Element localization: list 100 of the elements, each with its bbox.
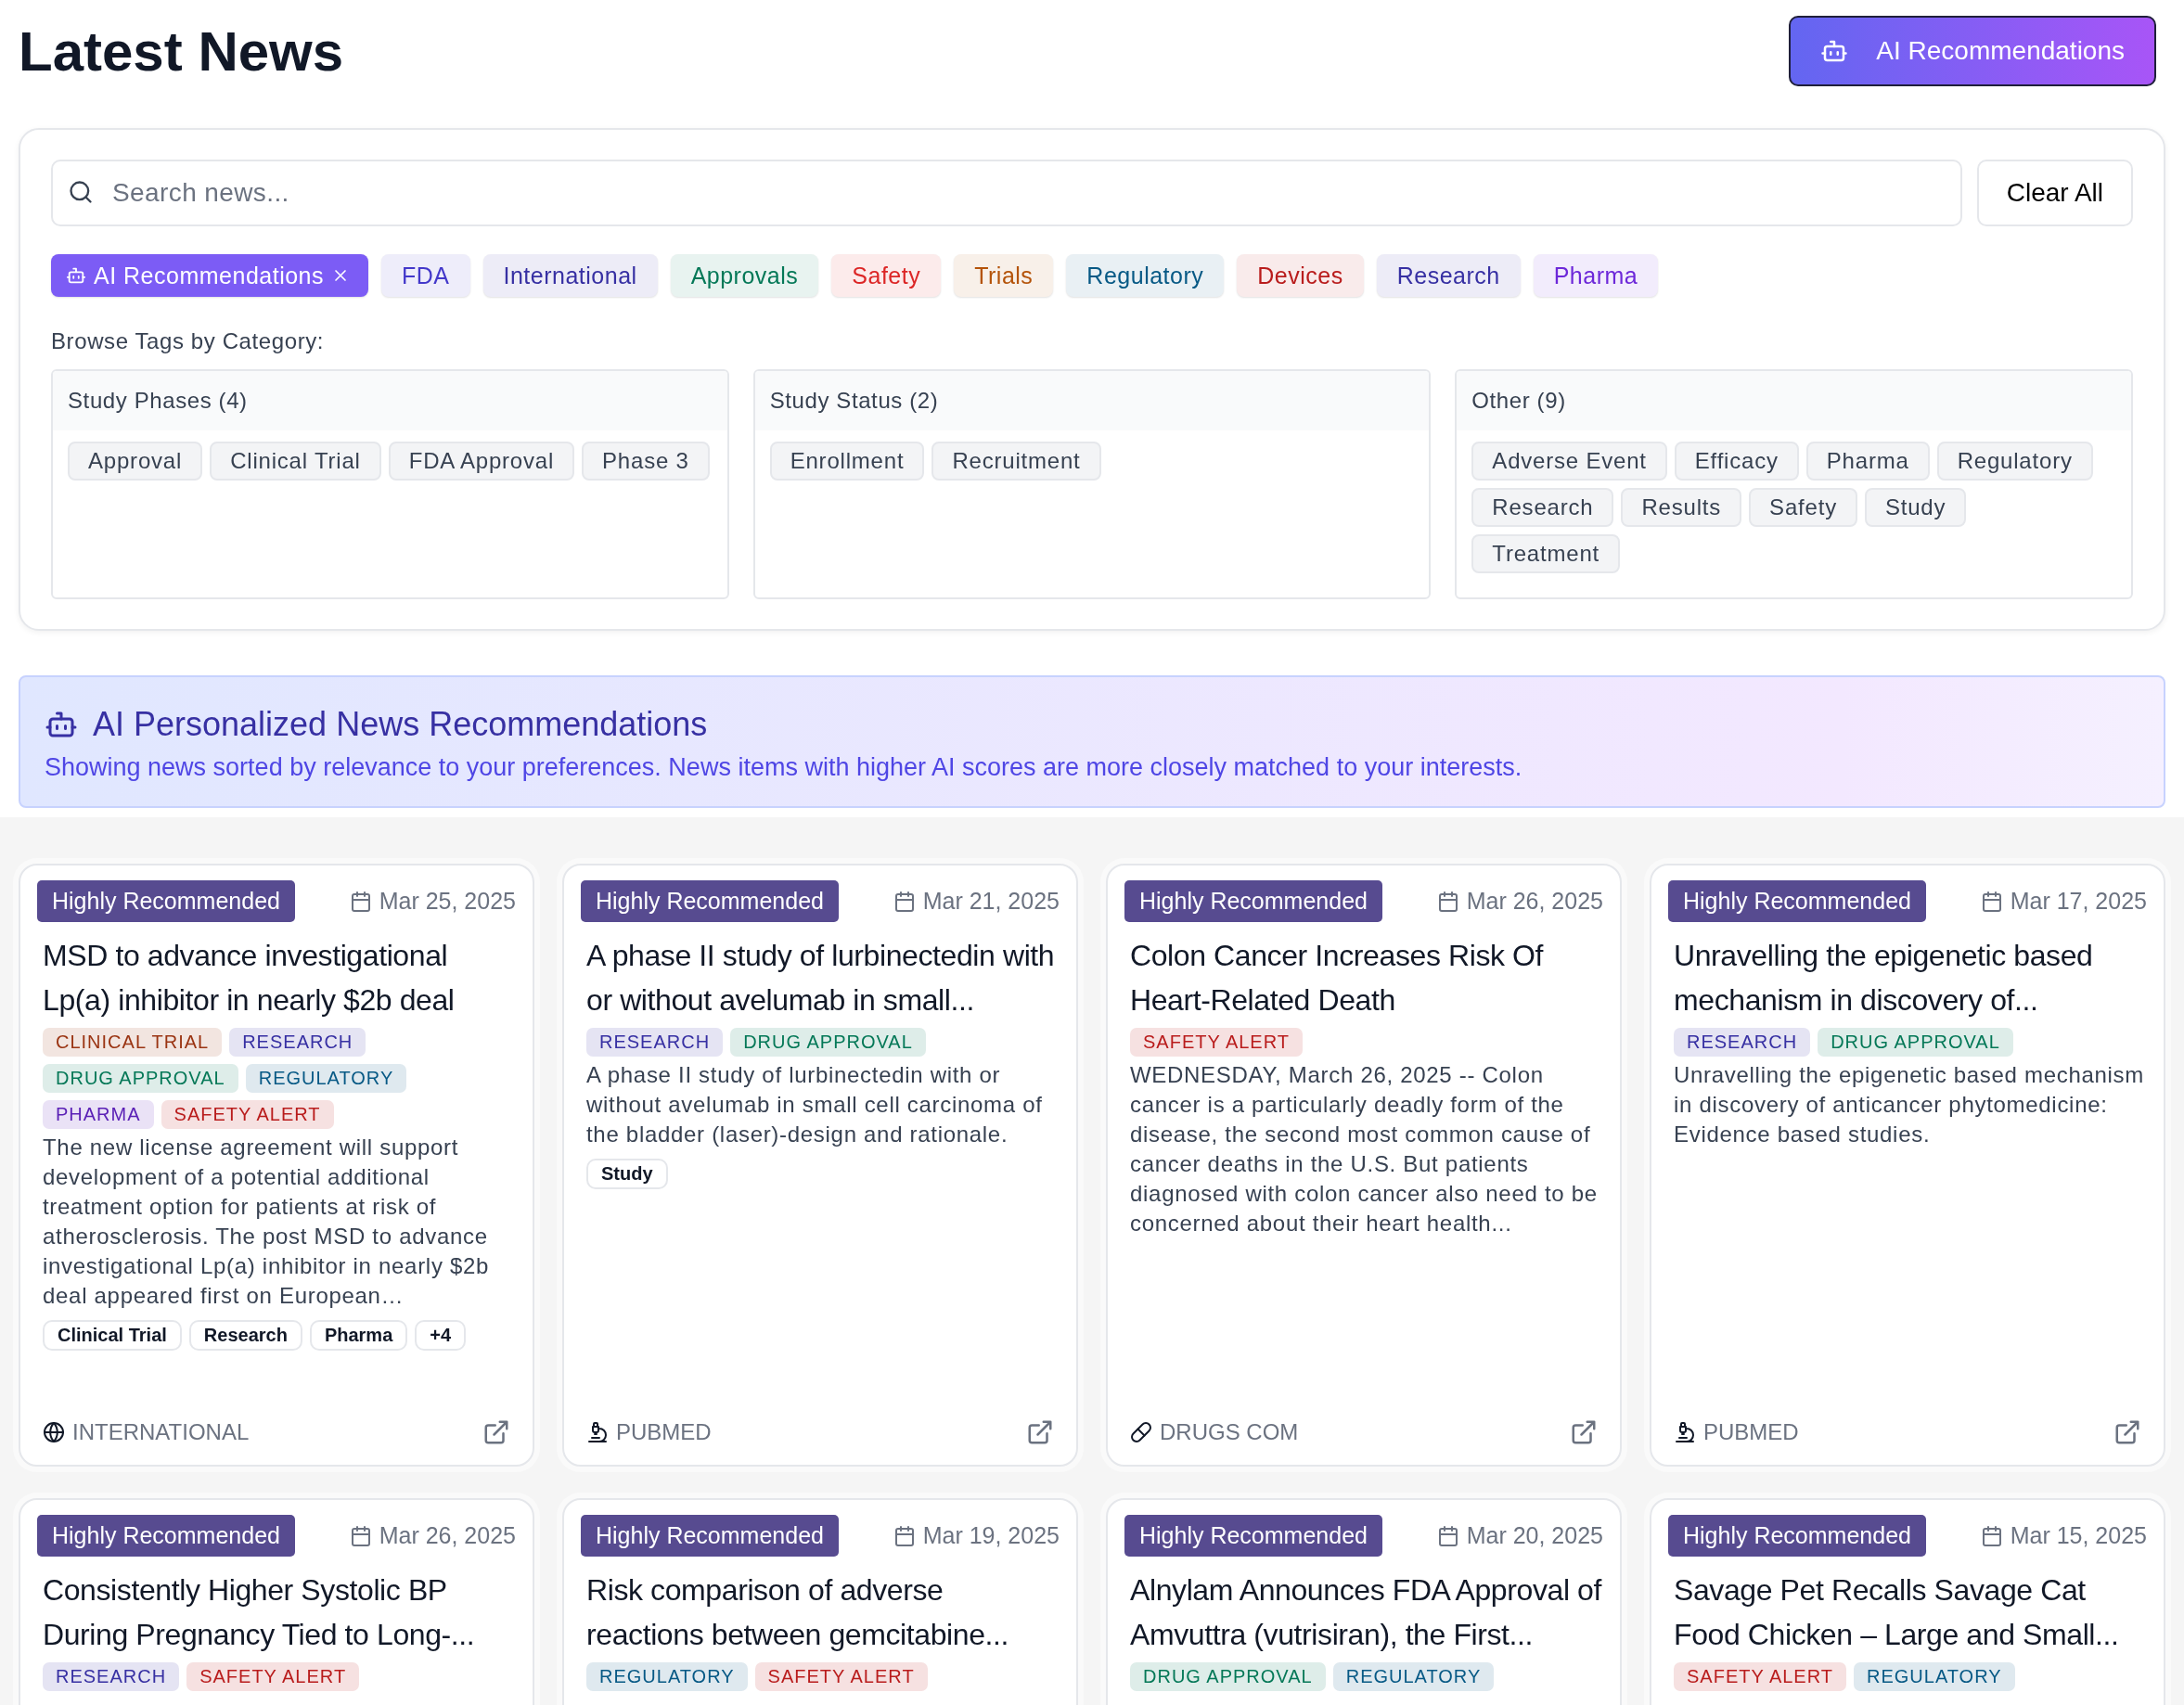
article-summary: The new license agreement will support development of a potential additional treatment option for patients at risk of atherosclerosis. The post MSD to advance investigational Lp(a) inhibitor in nearly $2b deal appeared first on European… — [43, 1134, 491, 1310]
tag-button[interactable]: Approval — [68, 442, 203, 481]
clear-all-button[interactable]: Clear All — [1976, 160, 2133, 226]
category-tag: REGULATORY — [586, 1662, 748, 1691]
tag-button[interactable]: Pharma — [1805, 442, 1930, 481]
tag-button[interactable]: Treatment — [1471, 534, 1620, 573]
article-title[interactable]: Risk comparison of adverse reactions between gemcitabine... — [586, 1568, 1060, 1657]
category-tag: DRUG APPROVAL — [730, 1028, 926, 1057]
article-title[interactable]: A phase II study of lurbinectedin with or without avelumab in small... — [586, 933, 1060, 1022]
article-title[interactable]: Unravelling the epigenetic based mechanism in discovery of... — [1674, 933, 2147, 1022]
date-text: Mar 25, 2025 — [379, 888, 516, 915]
category-tag: REGULATORY — [1854, 1662, 2015, 1691]
keyword-tag: Research — [188, 1320, 302, 1351]
article-title[interactable]: Consistently Higher Systolic BP During Pregnancy Tied to Long-... — [43, 1568, 516, 1657]
category-header: Other (9) — [1457, 371, 2131, 430]
source-label: PUBMED — [1703, 1419, 1799, 1445]
article-title[interactable]: Colon Cancer Increases Risk Of Heart-Related Death — [1130, 933, 1603, 1022]
category-tag: RESEARCH — [586, 1028, 724, 1057]
date-text: Mar 15, 2025 — [2010, 1522, 2147, 1549]
ai-recommendations-button[interactable]: AI Recommendations — [1789, 16, 2156, 86]
tag-button[interactable]: Research — [1471, 488, 1614, 527]
calendar-icon — [893, 1524, 916, 1547]
tag-button[interactable]: FDA Approval — [388, 442, 575, 481]
tag-button[interactable]: Enrollment — [769, 442, 925, 481]
tag-button[interactable]: Study — [1864, 488, 1967, 527]
calendar-icon — [1436, 890, 1459, 913]
filter-chip[interactable]: Trials — [954, 254, 1054, 297]
filter-chip[interactable]: Approvals — [670, 254, 819, 297]
category-tag: SAFETY ALERT — [161, 1100, 334, 1129]
keyword-tag: Study — [586, 1159, 668, 1189]
external-link-icon[interactable] — [482, 1418, 510, 1446]
date-text: Mar 20, 2025 — [1466, 1522, 1603, 1549]
date-text: Mar 26, 2025 — [379, 1522, 516, 1549]
filter-chip[interactable]: Regulatory — [1066, 254, 1225, 297]
keyword-tag: Pharma — [309, 1320, 408, 1351]
recommendation-badge: Highly Recommended — [1124, 880, 1382, 922]
category-tag: RESEARCH — [1674, 1028, 1811, 1057]
article-title[interactable]: Alnylam Announces FDA Approval of Amvuttra (vutrisiran), the First... — [1130, 1568, 1603, 1657]
browse-label: Browse Tags by Category: — [51, 328, 326, 354]
calendar-icon — [1980, 1524, 2003, 1547]
calendar-icon — [893, 890, 916, 913]
category-tag: DRUG APPROVAL — [43, 1064, 238, 1093]
category-tag: RESEARCH — [229, 1028, 366, 1057]
recommendation-badge: Highly Recommended — [581, 1515, 839, 1557]
recommendation-badge: Highly Recommended — [37, 1515, 295, 1557]
category-header: Study Phases (4) — [53, 371, 727, 430]
tag-button[interactable]: Regulatory — [1936, 442, 2093, 481]
tag-button[interactable]: Results — [1621, 488, 1742, 527]
tag-button[interactable]: Adverse Event — [1471, 442, 1667, 481]
filter-chip[interactable]: AI Recommendations — [51, 254, 368, 297]
filter-chip[interactable]: Pharma — [1533, 254, 1659, 297]
tag-button[interactable]: Phase 3 — [582, 442, 710, 481]
source-label: DRUGS COM — [1160, 1419, 1299, 1445]
category-tag: DRUG APPROVAL — [1818, 1028, 2013, 1057]
microscope-icon — [1674, 1421, 1696, 1443]
external-link-icon[interactable] — [2113, 1418, 2141, 1446]
category-tag: PHARMA — [43, 1100, 154, 1129]
calendar-icon — [1980, 890, 2003, 913]
category-tag: SAFETY ALERT — [1130, 1028, 1303, 1057]
tag-button[interactable]: Clinical Trial — [210, 442, 381, 481]
category-header: Study Status (2) — [754, 371, 1430, 430]
recommendation-badge: Highly Recommended — [1124, 1515, 1382, 1557]
date-text: Mar 26, 2025 — [1466, 888, 1603, 915]
banner-title: AI Personalized News Recommendations — [93, 705, 708, 744]
category-tag: SAFETY ALERT — [1674, 1662, 1846, 1691]
category-tag: SAFETY ALERT — [186, 1662, 360, 1691]
tag-button[interactable]: Safety — [1749, 488, 1857, 527]
keyword-tag: +4 — [415, 1320, 467, 1351]
filter-chip[interactable]: Devices — [1237, 254, 1364, 297]
category-tag: REGULATORY — [1332, 1662, 1495, 1691]
recommendation-badge: Highly Recommended — [37, 880, 295, 922]
external-link-icon[interactable] — [1026, 1418, 1054, 1446]
page-title: Latest News — [19, 19, 344, 83]
article-summary: Unravelling the epigenetic based mechanism in discovery of anticancer phytomedicine: Evidence based studies. — [1674, 1061, 2145, 1148]
tag-button[interactable]: Recruitment — [931, 442, 1101, 481]
banner-text: Showing news sorted by relevance to your preferences. News items with higher AI scores are more closely matched to your interests. — [45, 753, 1523, 782]
source-label: PUBMED — [616, 1419, 712, 1445]
external-link-icon[interactable] — [1570, 1418, 1598, 1446]
article-title[interactable]: Savage Pet Recalls Savage Cat Food Chicken – Large and Small... — [1674, 1568, 2147, 1657]
recommendation-badge: Highly Recommended — [581, 880, 839, 922]
filter-chip[interactable]: Safety — [831, 254, 942, 297]
filter-chip[interactable]: Research — [1376, 254, 1521, 297]
search-field[interactable]: Search news... — [51, 160, 1962, 226]
filter-chip[interactable]: International — [482, 254, 658, 297]
keyword-tag: Clinical Trial — [43, 1320, 182, 1351]
robot-icon — [66, 265, 86, 286]
category-tag: CLINICAL TRIAL — [43, 1028, 223, 1057]
calendar-icon — [349, 890, 372, 913]
filter-chip[interactable]: FDA — [381, 254, 470, 297]
category-tag: SAFETY ALERT — [754, 1662, 928, 1691]
tag-button[interactable]: Efficacy — [1674, 442, 1799, 481]
category-tag: REGULATORY — [245, 1064, 407, 1093]
source-label: INTERNATIONAL — [72, 1419, 250, 1445]
calendar-icon — [1436, 1524, 1459, 1547]
recommendation-badge: Highly Recommended — [1668, 1515, 1926, 1557]
article-title[interactable]: MSD to advance investigational Lp(a) inhibitor in nearly $2b deal — [43, 933, 516, 1022]
calendar-icon — [349, 1524, 372, 1547]
recommendation-badge: Highly Recommended — [1668, 880, 1926, 922]
date-text: Mar 21, 2025 — [922, 888, 1060, 915]
article-summary: WEDNESDAY, March 26, 2025 -- Colon cancer is a particularly deadly form of the disease, the second most common cause of cancer deaths in the U.S. But patients diagnosed with colon cancer also need to be concerned about their heart health... — [1130, 1061, 1599, 1237]
